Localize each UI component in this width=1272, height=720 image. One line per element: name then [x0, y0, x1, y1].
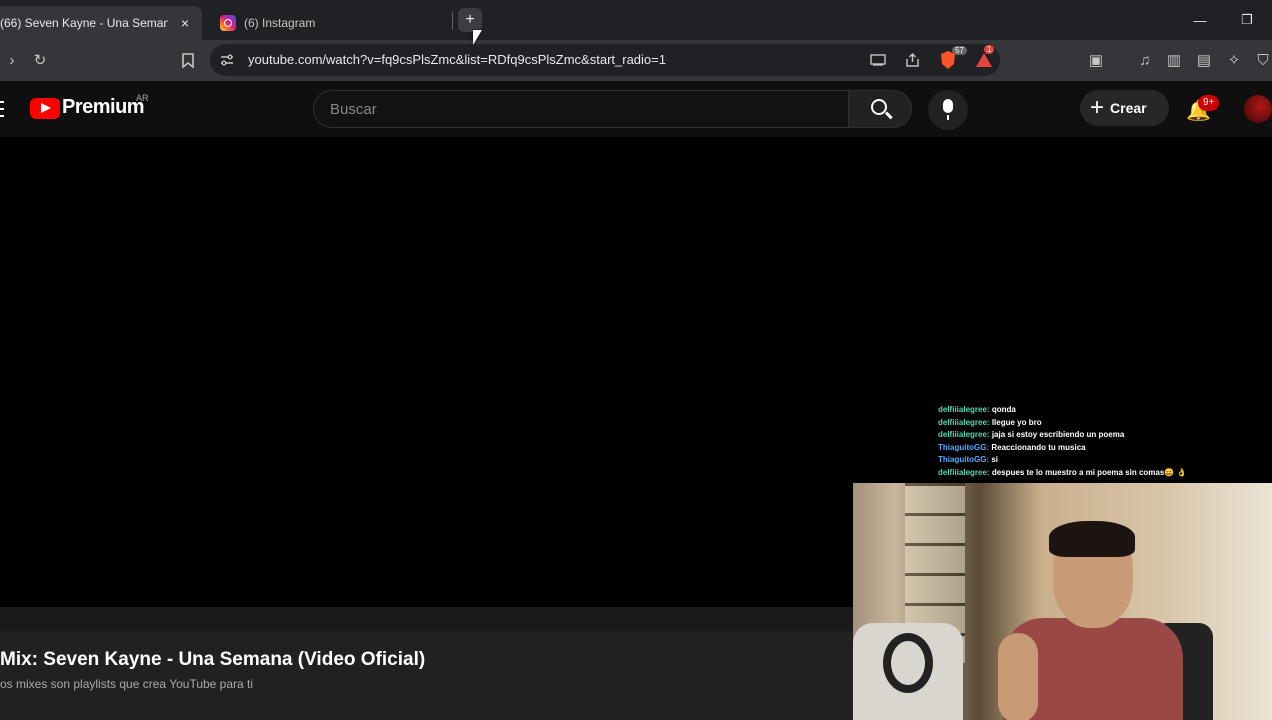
- bookmark-icon[interactable]: [176, 48, 200, 72]
- youtube-header: Premium AR Buscar + Crear 🔔 9+: [0, 81, 1272, 137]
- chat-username: delfiiialegree:: [938, 467, 990, 477]
- music-icon[interactable]: ♫: [1133, 48, 1157, 72]
- chat-message: delfiiialegree: despues te lo muestro a …: [938, 467, 1268, 480]
- forward-icon[interactable]: ›: [0, 48, 24, 72]
- vpn-icon[interactable]: ⛉: [1251, 48, 1272, 72]
- chat-username: delfiiialegree:: [938, 405, 990, 414]
- mix-title[interactable]: Mix: Seven Kayne - Una Semana (Video Ofi…: [0, 649, 425, 671]
- player-bottom-strip: [0, 607, 853, 631]
- chat-message: delfiiialegree: qonda: [938, 404, 1268, 417]
- mix-subtitle: os mixes son playlists que crea YouTube …: [0, 677, 254, 691]
- streamer-hair: [1049, 521, 1135, 557]
- chat-username: ThiaguitoGG:: [938, 442, 990, 452]
- chat-message: delfiiialegree: jaja si estoy escribiend…: [938, 429, 1268, 442]
- chat-text: jaja si estoy escribiendo un poema: [991, 430, 1125, 440]
- search-input[interactable]: Buscar: [313, 90, 849, 128]
- mix-playlist-panel: Mix: Seven Kayne - Una Semana (Video Ofi…: [0, 631, 853, 720]
- instagram-icon: [220, 15, 236, 31]
- browser-tab-strip: (66) Seven Kayne - Una Semana × (6) Inst…: [0, 0, 1272, 40]
- stream-chat-overlay: delfiiialegree: qonda delfiiialegree: ll…: [938, 404, 1268, 480]
- chat-message: ThiaguitoGG: si: [938, 454, 1268, 467]
- shields-count-badge: 57: [952, 46, 967, 55]
- tab-title: (6) Instagram: [244, 16, 316, 30]
- chat-text: si: [991, 455, 999, 465]
- wallet-icon[interactable]: ▤: [1192, 48, 1216, 72]
- create-button[interactable]: + Crear: [1080, 90, 1169, 126]
- search-button[interactable]: [848, 90, 912, 128]
- tab-close-icon[interactable]: ×: [176, 14, 194, 32]
- search-icon: [871, 99, 887, 115]
- plus-icon: +: [1090, 94, 1105, 121]
- tab-divider: [452, 12, 453, 30]
- country-code: AR: [136, 93, 149, 103]
- youtube-logo-icon[interactable]: [30, 98, 60, 119]
- brand-label[interactable]: Premium: [62, 96, 145, 119]
- chat-text: despues te lo muestro a mi poema sin com…: [991, 467, 1187, 477]
- cast-icon[interactable]: [866, 48, 890, 72]
- headphones: [883, 633, 933, 693]
- notifications-badge: 9+: [1198, 95, 1220, 111]
- chat-text: llegue yo bro: [991, 417, 1042, 427]
- leo-ai-icon[interactable]: ✧: [1222, 48, 1246, 72]
- sidebar-icon[interactable]: ▥: [1162, 48, 1186, 72]
- tab-instagram[interactable]: (6) Instagram: [210, 6, 450, 40]
- chat-text: Reaccionando tu musica: [991, 442, 1086, 452]
- avatar[interactable]: [1244, 95, 1272, 123]
- browser-toolbar: › ↻ youtube.com/watch?v=fq9csPlsZmc&list…: [0, 40, 1272, 81]
- mouse-cursor-icon: [473, 30, 482, 45]
- new-tab-button[interactable]: +: [458, 8, 482, 32]
- minimize-button[interactable]: —: [1188, 8, 1212, 32]
- chat-message: delfiiialegree: llegue yo bro: [938, 417, 1268, 430]
- site-info-icon[interactable]: [215, 48, 239, 72]
- tab-title: (66) Seven Kayne - Una Semana: [0, 16, 168, 30]
- chat-username: delfiiialegree:: [938, 417, 990, 427]
- voice-search-button[interactable]: [928, 90, 968, 130]
- reload-icon[interactable]: ↻: [28, 48, 52, 72]
- search-placeholder: Buscar: [330, 101, 377, 118]
- microphone-icon: [943, 99, 953, 120]
- chat-message: ThiaguitoGG: Reaccionando tu musica: [938, 442, 1268, 455]
- share-icon[interactable]: [900, 48, 924, 72]
- url-text: youtube.com/watch?v=fq9csPlsZmc&list=RDf…: [248, 52, 666, 67]
- tab-manager-icon[interactable]: ▣: [1084, 48, 1108, 72]
- address-bar[interactable]: youtube.com/watch?v=fq9csPlsZmc&list=RDf…: [210, 44, 1000, 76]
- menu-icon[interactable]: [0, 101, 4, 117]
- restore-button[interactable]: ❐: [1235, 8, 1259, 32]
- chat-text: qonda: [991, 405, 1016, 414]
- create-label: Crear: [1110, 100, 1147, 116]
- chat-username: ThiaguitoGG:: [938, 455, 990, 465]
- webcam-overlay: [853, 483, 1272, 720]
- streamer-arm: [998, 633, 1038, 720]
- tab-youtube[interactable]: (66) Seven Kayne - Una Semana ×: [0, 6, 202, 40]
- chat-username: delfiiialegree:: [938, 430, 990, 440]
